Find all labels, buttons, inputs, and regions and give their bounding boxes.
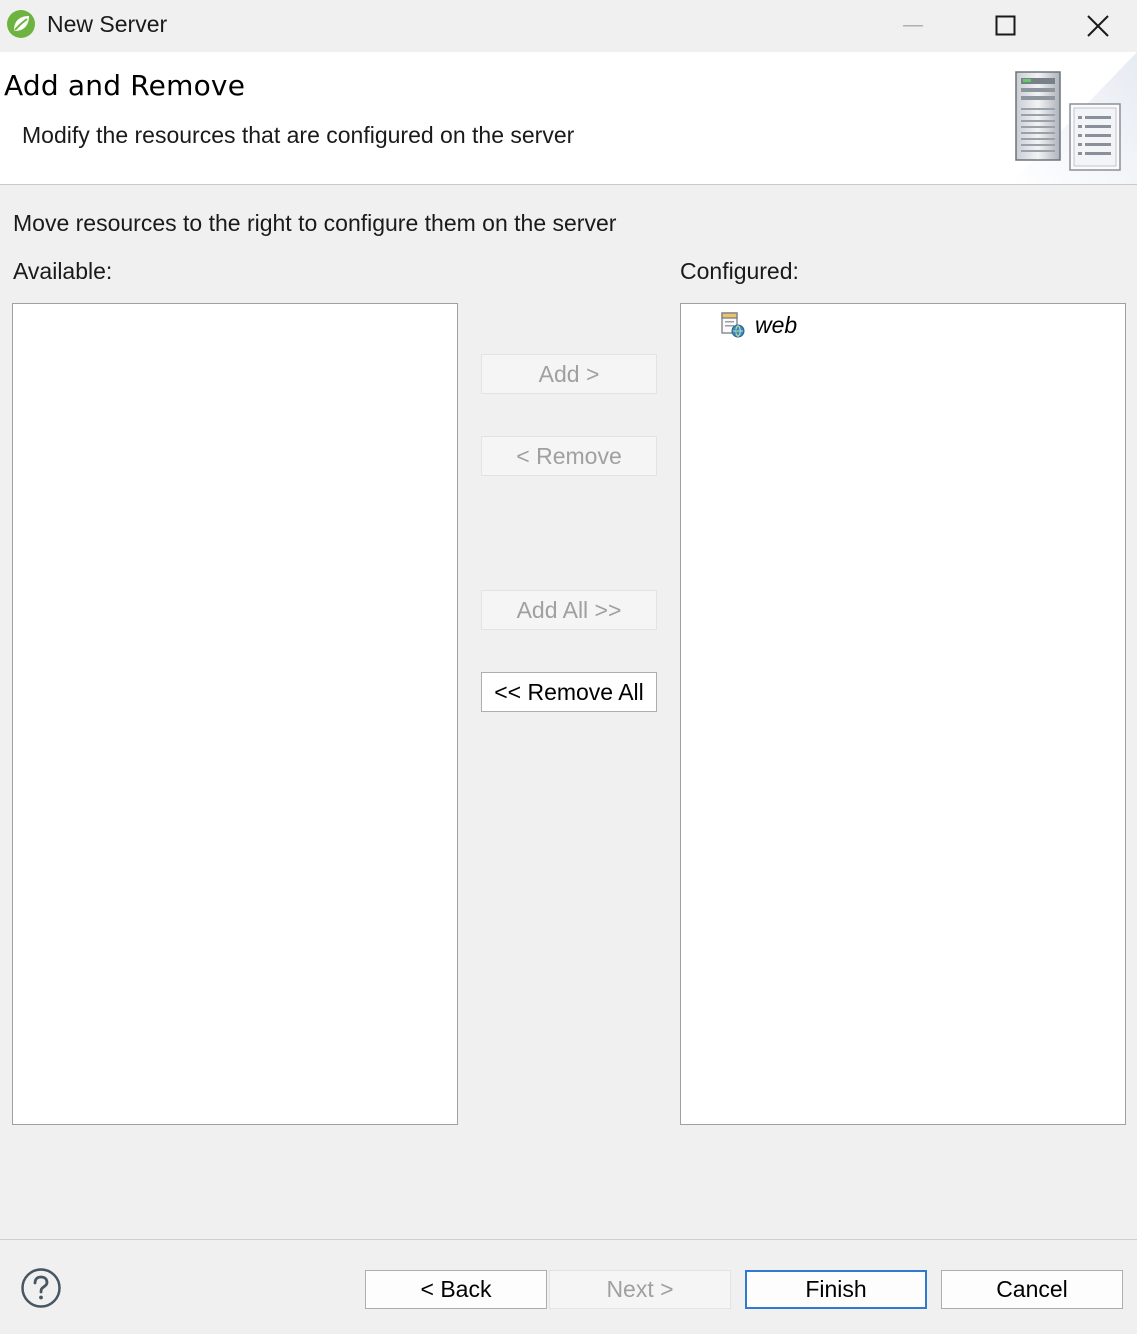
tree-item-web[interactable]: web — [719, 309, 797, 341]
wizard-banner: Add and Remove Modify the resources that… — [0, 52, 1137, 185]
footer-divider — [0, 1239, 1137, 1240]
instruction-text: Move resources to the right to configure… — [13, 210, 617, 236]
close-button[interactable] — [1052, 0, 1137, 52]
next-button[interactable]: Next > — [549, 1270, 731, 1309]
maximize-icon — [995, 15, 1016, 36]
minimize-icon — [903, 25, 923, 27]
close-icon — [1087, 15, 1109, 37]
web-module-icon — [721, 312, 745, 338]
help-button[interactable] — [20, 1267, 62, 1309]
finish-button[interactable]: Finish — [745, 1270, 927, 1309]
minimize-button[interactable] — [868, 0, 960, 52]
remove-all-button[interactable]: << Remove All — [481, 672, 657, 712]
window-title: New Server — [47, 11, 168, 37]
server-icon — [990, 52, 1137, 184]
available-label: Available: — [13, 258, 113, 284]
maximize-button[interactable] — [960, 0, 1052, 52]
tree-item-label: web — [755, 311, 798, 338]
help-icon — [21, 1268, 61, 1308]
available-list[interactable] — [12, 303, 458, 1125]
configured-label: Configured: — [680, 258, 799, 284]
spring-leaf-icon — [6, 9, 36, 39]
add-all-button[interactable]: Add All >> — [481, 590, 657, 630]
page-title: Add and Remove — [4, 69, 246, 102]
add-button[interactable]: Add > — [481, 354, 657, 394]
remove-button[interactable]: < Remove — [481, 436, 657, 476]
cancel-button[interactable]: Cancel — [941, 1270, 1123, 1309]
page-description: Modify the resources that are configured… — [22, 122, 575, 148]
back-button[interactable]: < Back — [365, 1270, 547, 1309]
configured-list[interactable]: web — [680, 303, 1126, 1125]
